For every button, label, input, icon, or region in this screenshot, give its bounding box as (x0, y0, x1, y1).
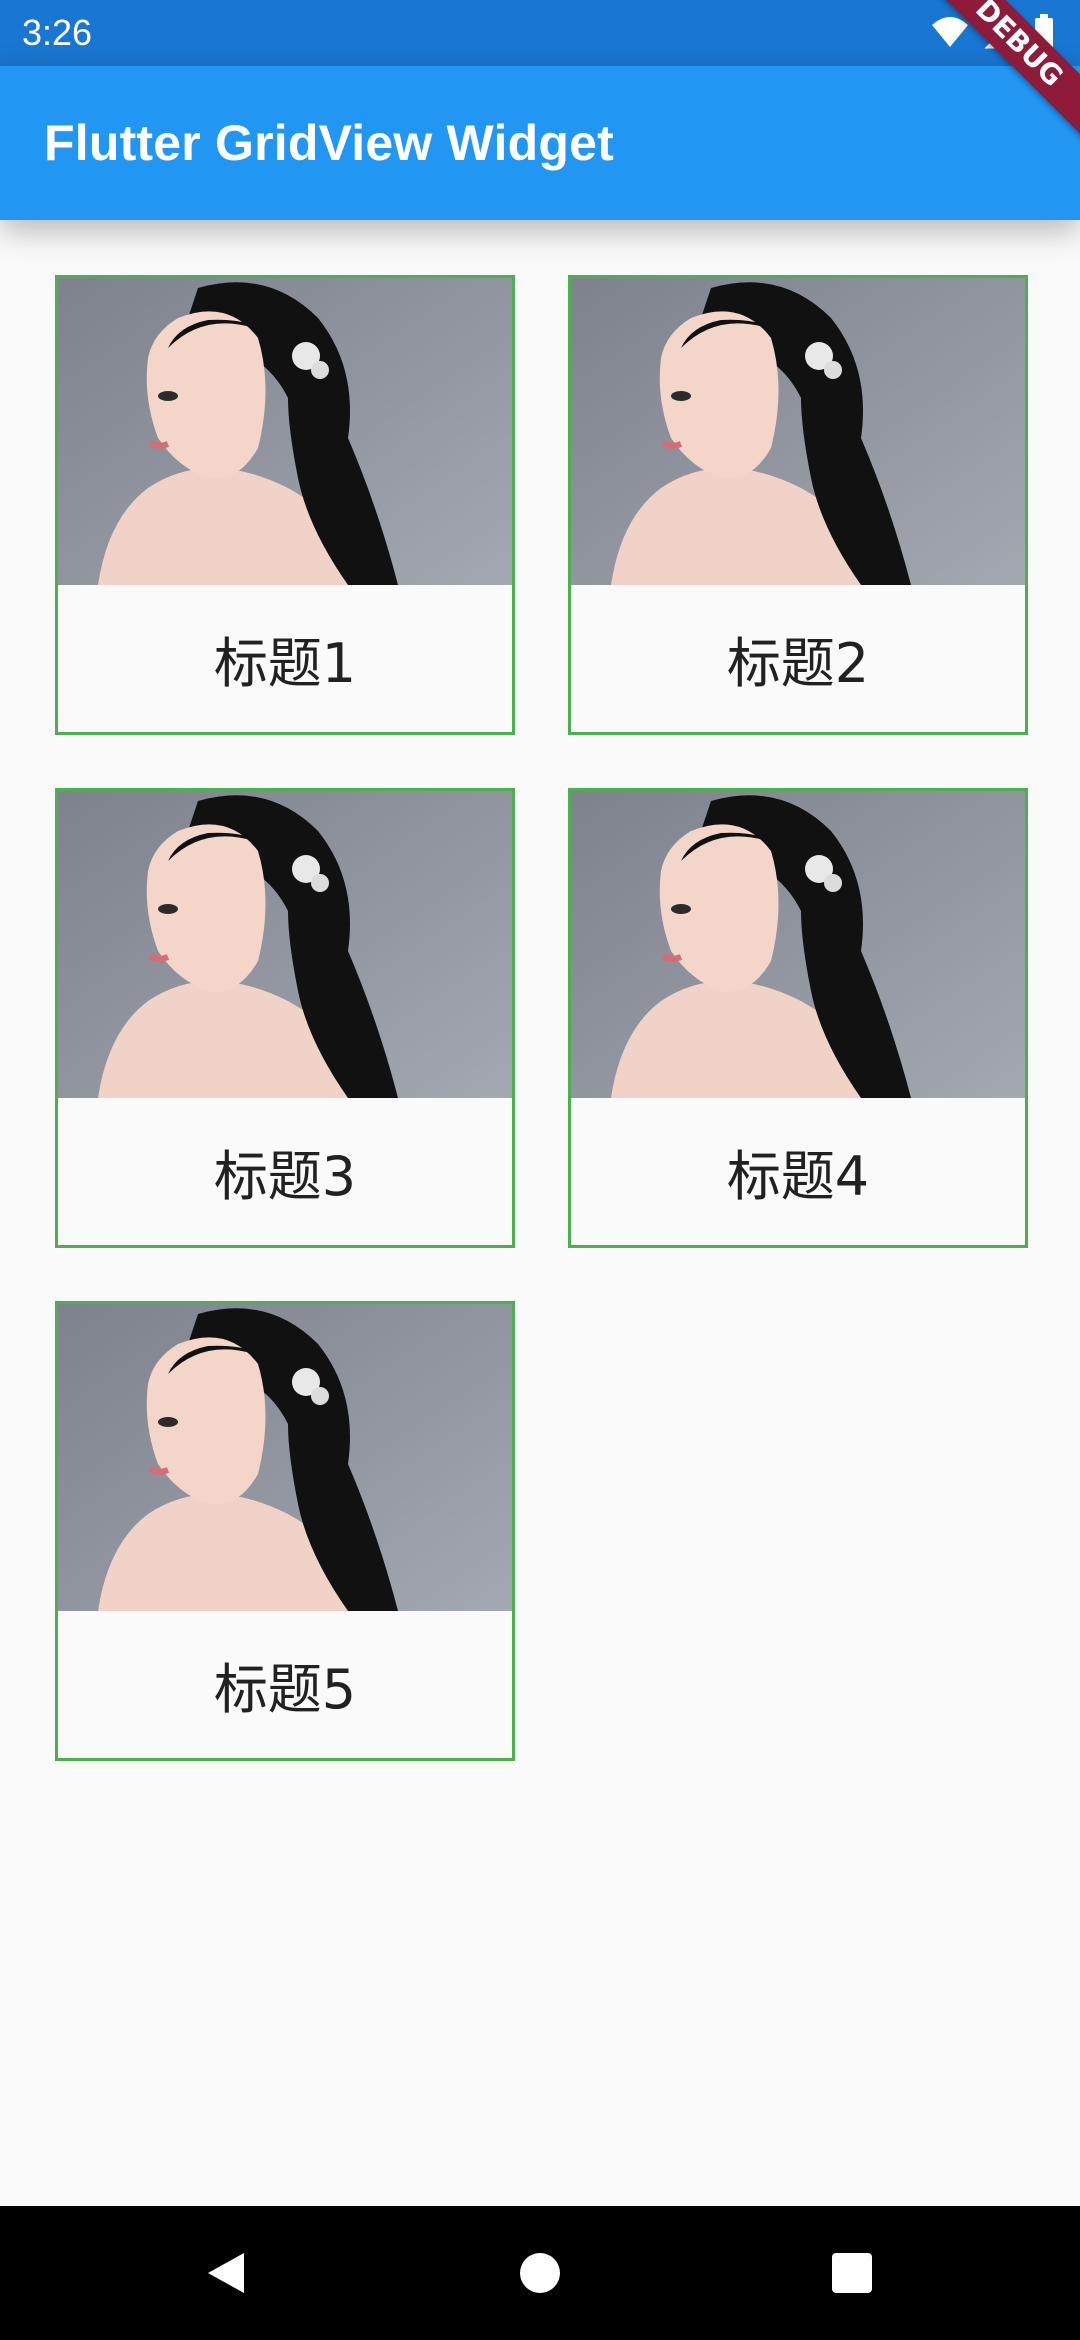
portrait-photo (58, 1304, 512, 1611)
recents-button[interactable] (772, 2206, 932, 2340)
wifi-icon (932, 17, 968, 47)
back-button[interactable] (146, 2206, 306, 2340)
grid-item-title: 标题2 (726, 632, 870, 695)
portrait-image (571, 791, 1025, 1098)
grid-item[interactable]: 标题3 (55, 788, 515, 1248)
app-bar: Flutter GridView Widget (0, 66, 1080, 220)
recents-icon (832, 2253, 872, 2293)
grid-item[interactable]: 标题2 (568, 275, 1028, 735)
grid-item[interactable]: 标题5 (55, 1301, 515, 1761)
grid-item-title: 标题4 (726, 1145, 870, 1208)
home-button[interactable] (460, 2206, 620, 2340)
portrait-image (571, 278, 1025, 585)
portrait-photo (571, 791, 1025, 1098)
portrait-photo (571, 278, 1025, 585)
grid-item-title: 标题1 (213, 632, 357, 695)
status-time: 3:26 (22, 12, 93, 53)
home-icon (520, 2253, 560, 2293)
grid-item[interactable]: 标题4 (568, 788, 1028, 1248)
navigation-bar (0, 2206, 1080, 2340)
grid-view[interactable]: 标题1 标题2 标题3 标题4 标题5 (0, 220, 1080, 2206)
back-icon (208, 2253, 244, 2293)
portrait-image (58, 278, 512, 585)
grid-item-title: 标题5 (213, 1658, 357, 1721)
grid-item[interactable]: 标题1 (55, 275, 515, 735)
portrait-image (58, 1304, 512, 1611)
grid-item-title: 标题3 (213, 1145, 357, 1208)
page-title: Flutter GridView Widget (44, 115, 614, 171)
status-bar: 3:26 (0, 0, 1080, 66)
portrait-photo (58, 791, 512, 1098)
portrait-photo (58, 278, 512, 585)
portrait-image (58, 791, 512, 1098)
